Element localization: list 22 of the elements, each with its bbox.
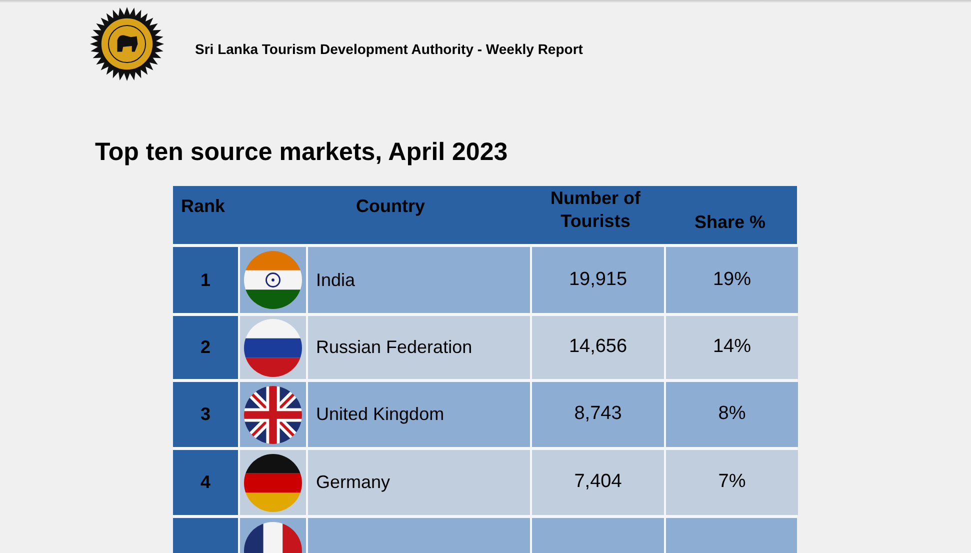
country-cell: Russian Federation: [308, 316, 530, 379]
share-cell: 8%: [666, 382, 798, 447]
rank-cell: 3: [173, 382, 238, 447]
tourists-cell: 14,656: [532, 316, 664, 379]
tourists-cell: 19,915: [532, 247, 664, 313]
share-cell: 19%: [666, 247, 798, 313]
report-title: Sri Lanka Tourism Development Authority - Weekly Report: [195, 40, 583, 59]
country-cell: United Kingdom: [308, 382, 530, 447]
column-header: Rank: [180, 195, 226, 218]
column-header: Number of Tourists: [550, 187, 642, 233]
rank-cell: 4: [173, 450, 238, 515]
country-cell: Germany: [308, 450, 530, 515]
rank-cell: 2: [173, 316, 238, 379]
page-heading: Top ten source markets, April 2023: [95, 140, 509, 165]
share-cell: 14%: [666, 316, 798, 379]
column-header: Share %: [693, 211, 767, 234]
tourists-cell: 7,404: [532, 450, 664, 515]
country-cell: India: [308, 247, 530, 313]
tourists-cell: 8,743: [532, 382, 664, 447]
column-header: Country: [355, 195, 426, 218]
rank-cell: 1: [173, 247, 238, 313]
share-cell: 7%: [666, 450, 798, 515]
